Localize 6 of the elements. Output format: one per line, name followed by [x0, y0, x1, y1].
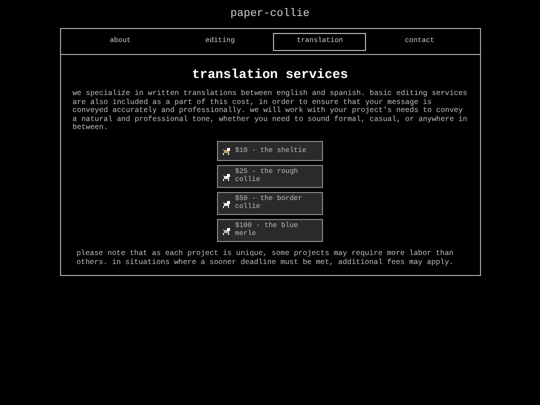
dog-icon: [222, 198, 231, 208]
site-title: paper-collie: [230, 7, 310, 21]
dog-icon: [222, 146, 231, 156]
dog-icon: [222, 226, 231, 235]
dog-icon: [222, 172, 231, 181]
page-heading: translation services: [190, 67, 350, 83]
